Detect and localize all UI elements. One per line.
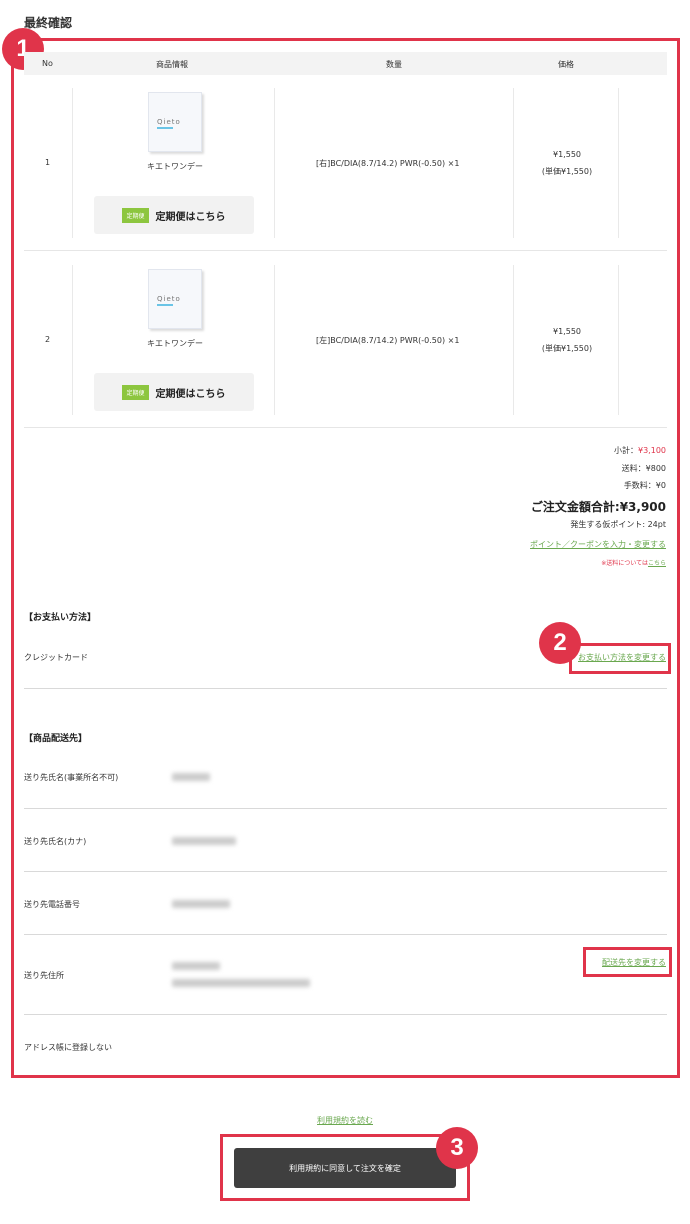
confirm-order-button[interactable]: 利用規約に同意して注文を確定 [234, 1148, 456, 1188]
unit-price: (単価¥1,550) [541, 167, 593, 176]
annotation-frame-2b [583, 947, 672, 977]
price-cell: ¥1,550 (単価¥1,550) [524, 146, 610, 180]
shipping-note: ※送料についてはこちら [601, 558, 666, 567]
phone-value [172, 900, 230, 908]
annotation-badge-3: 3 [436, 1127, 478, 1169]
header-qty: 数量 [386, 60, 402, 69]
terms-link[interactable]: 利用規約を読む [317, 1116, 373, 1125]
handling-fee: 手数料：¥0 [623, 481, 666, 490]
price-value: ¥1,550 [553, 150, 581, 159]
subscription-button[interactable]: 定期便 定期便はこちら [94, 196, 254, 234]
product-name[interactable]: キエトワンデー [142, 161, 208, 172]
table-row: 2 Qieto キエトワンデー 定期便 定期便はこちら [左]BC/DIA(8.… [24, 263, 667, 428]
grand-total: ご注文金額合計:¥3,900 [530, 500, 666, 514]
quantity-text: [左]BC/DIA(8.7/14.2) PWR(-0.50) ×1 [316, 336, 460, 345]
row-number: 1 [45, 158, 51, 167]
table-row: 1 Qieto キエトワンデー 定期便 定期便はこちら [右]BC/DIA(8.… [24, 86, 667, 251]
shipping-note-link[interactable]: こちら [648, 560, 666, 567]
coupon-link[interactable]: ポイント／クーポンを入力・変更する [530, 539, 666, 550]
recipient-kana-value [172, 837, 236, 845]
postal-code-value [172, 962, 220, 970]
price-cell: ¥1,550 (単価¥1,550) [524, 323, 610, 357]
product-name[interactable]: キエトワンデー [142, 338, 208, 349]
product-logo: Qieto [157, 118, 181, 126]
subscription-label: 定期便はこちら [155, 211, 226, 223]
product-image[interactable]: Qieto [148, 269, 202, 329]
recipient-name-label: 送り先氏名(事業所名不可) [24, 773, 119, 782]
header-product: 商品情報 [156, 60, 188, 69]
header-no: No [42, 59, 53, 68]
payment-method: クレジットカード [24, 653, 88, 662]
recipient-kana-label: 送り先氏名(カナ) [24, 837, 87, 846]
subtotal: 小計：¥3,100 [614, 445, 666, 456]
quantity-text: [右]BC/DIA(8.7/14.2) PWR(-0.50) ×1 [316, 159, 460, 168]
product-image[interactable]: Qieto [148, 92, 202, 152]
order-table-header: No 商品情報 数量 価格 [24, 52, 667, 75]
payment-section-title: 【お支払い方法】 [24, 613, 97, 623]
points-earned: 発生する仮ポイント: 24pt [570, 520, 666, 529]
terms-link-wrapper: 利用規約を読む [0, 1115, 690, 1126]
product-logo: Qieto [157, 295, 181, 303]
page-title: 最終確認 [24, 16, 73, 30]
price-value: ¥1,550 [553, 327, 581, 336]
row-number: 2 [45, 335, 51, 344]
shipping-fee: 送料：¥800 [621, 464, 666, 473]
subscription-tag: 定期便 [122, 384, 149, 400]
delivery-section-title: 【商品配送先】 [24, 734, 88, 744]
phone-label: 送り先電話番号 [24, 900, 80, 909]
subtotal-value: ¥3,100 [638, 446, 666, 455]
recipient-name-value [172, 773, 210, 781]
annotation-badge-2: 2 [539, 622, 581, 664]
subtotal-label: 小計： [614, 446, 638, 455]
subscription-button[interactable]: 定期便 定期便はこちら [94, 373, 254, 411]
header-price: 価格 [558, 60, 574, 69]
annotation-frame-2 [569, 643, 671, 674]
shipping-note-text: ※送料については [601, 560, 648, 567]
subscription-tag: 定期便 [122, 207, 149, 223]
subscription-label: 定期便はこちら [155, 388, 226, 400]
no-register-address[interactable]: アドレス帳に登録しない [24, 1042, 112, 1053]
unit-price: (単価¥1,550) [541, 344, 593, 353]
address-value [172, 979, 310, 987]
address-label: 送り先住所 [24, 971, 64, 980]
